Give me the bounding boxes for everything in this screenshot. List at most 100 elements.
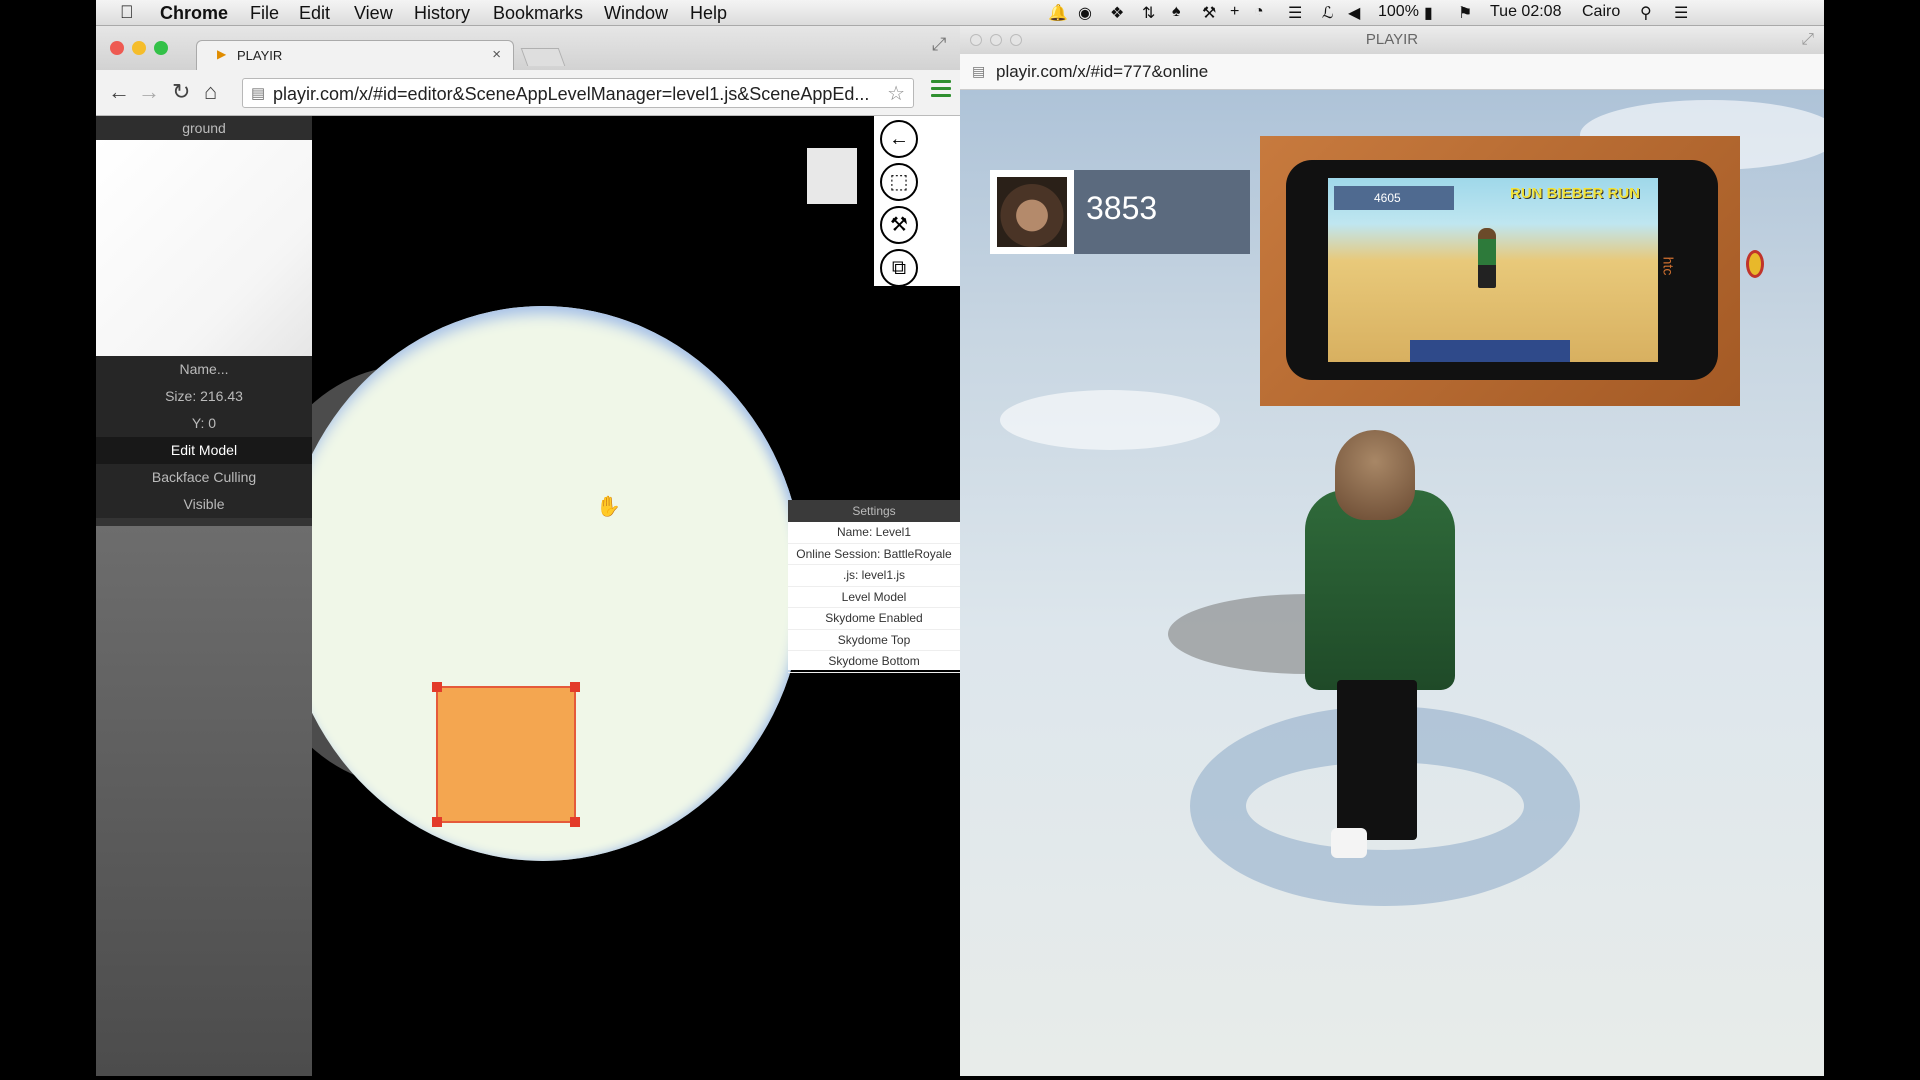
select-icon[interactable]: ⬚	[880, 163, 918, 201]
timemachine-icon[interactable]: ◔	[1254, 3, 1264, 21]
page-icon: ▤	[972, 63, 986, 79]
cloud	[1000, 390, 1220, 450]
user-name[interactable]: Cairo	[1582, 3, 1620, 21]
fullscreen-icon[interactable]: ⤢	[1801, 26, 1814, 54]
apple-menu-icon[interactable]: 	[120, 2, 134, 23]
settings-header: Settings	[788, 500, 960, 522]
white-block[interactable]	[807, 148, 857, 204]
setting-level-model[interactable]: Level Model	[788, 587, 960, 608]
reload-button[interactable]: ↻	[172, 79, 190, 105]
minimize-window-button[interactable]	[132, 41, 146, 55]
clock[interactable]: Tue 02:08	[1490, 3, 1561, 21]
setting-online-session[interactable]: Online Session: BattleRoyale	[788, 544, 960, 565]
minimize-window-button[interactable]	[990, 34, 1002, 46]
bell-icon[interactable]: ♠	[1172, 3, 1181, 21]
editor-viewport[interactable]: ground Name... Size: 216.43 Y: 0 Edit Mo…	[96, 116, 960, 1076]
selected-object[interactable]	[432, 682, 580, 827]
menu-app[interactable]: Chrome	[160, 3, 228, 24]
bluetooth-icon[interactable]: ℒ	[1322, 3, 1334, 23]
visible-toggle[interactable]: Visible	[96, 491, 312, 518]
video-billboard[interactable]: 4605 RUN BIEBER RUN htc	[1260, 136, 1740, 406]
forward-button[interactable]: →	[138, 79, 160, 105]
zoom-window-button[interactable]	[154, 41, 168, 55]
menu-history[interactable]: History	[414, 3, 470, 24]
object-title: ground	[96, 116, 312, 140]
ad-banner	[1410, 340, 1570, 362]
close-tab-icon[interactable]: ×	[492, 46, 501, 63]
phone-score: 4605	[1334, 186, 1454, 210]
character-shoe	[1331, 828, 1367, 858]
object-preview	[96, 140, 312, 356]
tab-playir[interactable]: ▶ PLAYIR ×	[196, 40, 514, 70]
battery-label[interactable]: 100%	[1378, 3, 1419, 21]
object-panel: ground Name... Size: 216.43 Y: 0 Edit Mo…	[96, 116, 312, 1076]
resize-handle-top-left[interactable]	[432, 682, 442, 692]
address-url[interactable]: playir.com/x/#id=editor&SceneAppLevelMan…	[273, 84, 869, 105]
fullscreen-icon[interactable]: ⤢	[932, 34, 946, 55]
setting-skydome-bottom[interactable]: Skydome Bottom	[788, 651, 960, 673]
spotlight-icon[interactable]: ⚲	[1640, 3, 1652, 23]
back-button[interactable]: ←	[108, 79, 130, 105]
tool-strip: ← ⬚ ⚒ ⧉	[874, 116, 960, 287]
character-pants	[1337, 680, 1417, 840]
backface-culling-toggle[interactable]: Backface Culling	[96, 464, 312, 491]
game-address-bar[interactable]: ▤ playir.com/x/#id=777&online	[960, 54, 1824, 90]
phone-brand: htc	[1660, 256, 1677, 276]
player-character[interactable]	[1295, 430, 1465, 890]
setting-js[interactable]: .js: level1.js	[788, 565, 960, 587]
back-arrow-icon[interactable]: ←	[880, 120, 918, 158]
setting-skydome-enabled[interactable]: Skydome Enabled	[788, 608, 960, 630]
home-button[interactable]: ⌂	[204, 79, 217, 105]
player-card[interactable]: 3853	[990, 170, 1250, 254]
game-window-titlebar: PLAYIR ⤢	[960, 26, 1824, 54]
record-icon[interactable]: ◉	[1078, 3, 1092, 23]
ground-disc[interactable]	[312, 306, 804, 861]
size-field[interactable]: Size: 216.43	[96, 383, 312, 410]
sync-icon[interactable]: ⇅	[1142, 3, 1155, 23]
setting-name[interactable]: Name: Level1	[788, 522, 960, 544]
menu-window[interactable]: Window	[604, 3, 668, 24]
resize-handle-bottom-left[interactable]	[432, 817, 442, 827]
resize-handle-top-right[interactable]	[570, 682, 580, 692]
settings-panel: Settings Name: Level1 Online Session: Ba…	[788, 500, 960, 673]
plus-icon[interactable]: +	[1230, 3, 1239, 21]
notification-icon[interactable]: 🔔	[1048, 3, 1068, 23]
chrome-menu-icon[interactable]	[931, 80, 951, 100]
menu-edit[interactable]: Edit	[299, 3, 330, 24]
close-window-button[interactable]	[970, 34, 982, 46]
character-head	[1335, 430, 1415, 520]
resize-handle-bottom-right[interactable]	[570, 817, 580, 827]
panel-filler	[96, 526, 312, 1076]
menu-help[interactable]: Help	[690, 3, 727, 24]
new-tab-button[interactable]	[520, 48, 566, 66]
game-url[interactable]: playir.com/x/#id=777&online	[996, 62, 1208, 82]
copy-icon[interactable]: ⧉	[880, 249, 918, 287]
edit-model-button[interactable]: Edit Model	[96, 437, 312, 464]
menu-bookmarks[interactable]: Bookmarks	[493, 3, 583, 24]
battery-icon: ▮	[1424, 5, 1433, 22]
address-bar[interactable]: ▤ playir.com/x/#id=editor&SceneAppLevelM…	[242, 78, 914, 108]
notification-center-icon[interactable]: ☰	[1674, 3, 1688, 23]
volume-icon[interactable]: ◀	[1348, 3, 1360, 23]
runner-figure	[1478, 228, 1496, 288]
bookmark-star-icon[interactable]: ☆	[887, 81, 905, 106]
game-window-title: PLAYIR	[1365, 31, 1419, 48]
zoom-window-button[interactable]	[1010, 34, 1022, 46]
flag-icon[interactable]: ⚑	[1458, 3, 1472, 23]
tools-icon[interactable]: ⚒	[1202, 3, 1216, 23]
tab-bar: ▶ PLAYIR × ⤢	[96, 26, 960, 70]
setting-skydome-top[interactable]: Skydome Top	[788, 630, 960, 651]
wifi-icon[interactable]: ☰	[1288, 3, 1302, 23]
player-score: 3853	[1086, 190, 1158, 226]
close-window-button[interactable]	[110, 41, 124, 55]
game-scene[interactable]: 3853 4605 RUN BIEBER RUN htc	[960, 90, 1824, 1076]
phone-screen: 4605 RUN BIEBER RUN	[1328, 178, 1658, 362]
name-field[interactable]: Name...	[96, 356, 312, 383]
page-icon: ▤	[251, 85, 266, 102]
y-field[interactable]: Y: 0	[96, 410, 312, 437]
menu-file[interactable]: File	[250, 3, 279, 24]
dropbox-icon[interactable]: ❖	[1110, 3, 1124, 23]
hammer-icon[interactable]: ⚒	[880, 206, 918, 244]
hand-cursor-icon: ✋	[596, 496, 621, 518]
menu-view[interactable]: View	[354, 3, 393, 24]
